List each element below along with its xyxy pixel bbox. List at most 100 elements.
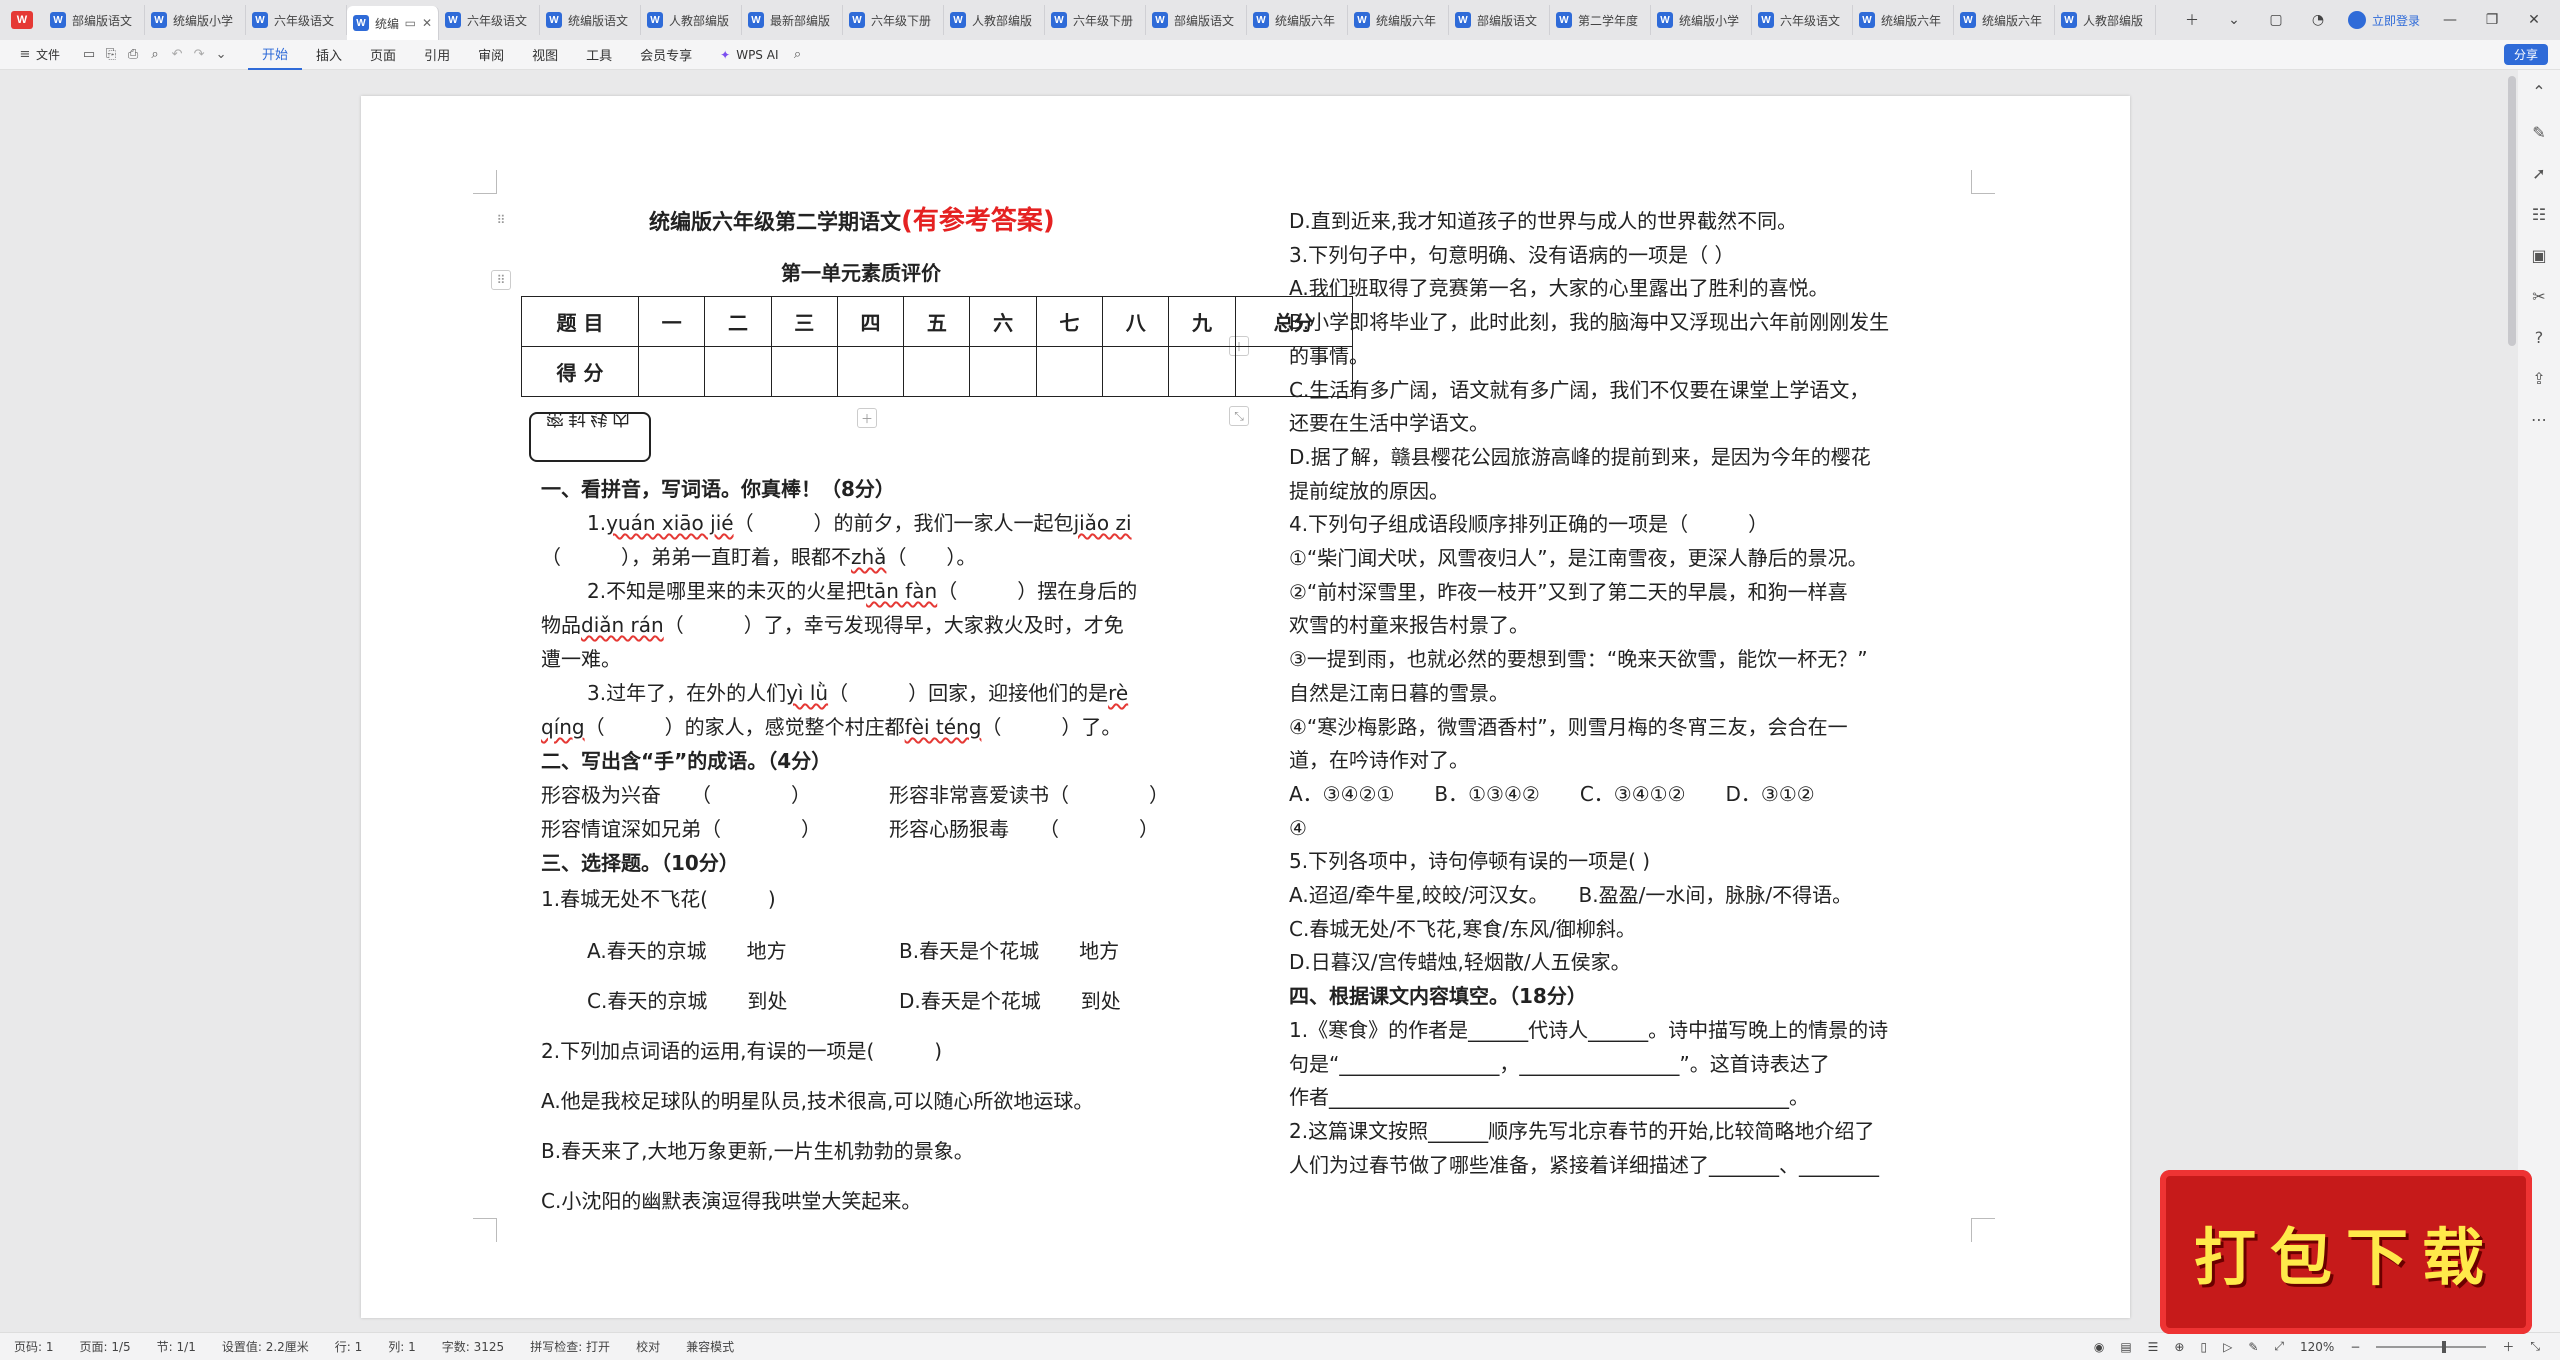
write-mode-icon[interactable]: ✎ — [2248, 1340, 2258, 1354]
close-tab-icon[interactable]: ✕ — [422, 16, 432, 30]
score-cell[interactable] — [1102, 346, 1170, 397]
status-col[interactable]: 列: 1 — [388, 1338, 416, 1355]
outline-view-icon[interactable]: ☰ — [2148, 1340, 2159, 1354]
collapse-icon[interactable]: ⌃ — [2527, 82, 2551, 101]
share-panel-icon[interactable]: ⇪ — [2527, 369, 2551, 388]
status-spellcheck[interactable]: 拼写检查: 打开 — [530, 1338, 610, 1355]
doc-tab[interactable]: W 人教部编版 — [641, 5, 742, 35]
close-window-icon[interactable]: ✕ — [2522, 12, 2546, 28]
save-icon[interactable]: ▭ — [78, 47, 100, 62]
login-button[interactable]: 立即登录 — [2347, 11, 2420, 29]
doc-tab[interactable]: W 六年级语文 — [246, 5, 347, 35]
zoom-level[interactable]: 120% — [2300, 1340, 2334, 1354]
status-setting[interactable]: 设置值: 2.2厘米 — [222, 1338, 309, 1355]
add-row-icon[interactable]: ＋ — [857, 408, 877, 428]
minimize-icon[interactable]: — — [2438, 12, 2462, 28]
score-cell[interactable] — [637, 346, 706, 397]
zoom-out-icon[interactable]: − — [2350, 1340, 2360, 1354]
status-proof[interactable]: 校对 — [636, 1338, 660, 1355]
edit-pen-icon[interactable]: ✎ — [2527, 123, 2551, 142]
status-word-count[interactable]: 字数: 3125 — [442, 1338, 504, 1355]
doc-tab[interactable]: W 统编版六年 — [1348, 5, 1449, 35]
web-view-icon[interactable]: ⊕ — [2174, 1340, 2184, 1354]
zoom-in-icon[interactable]: ＋ — [2502, 1338, 2514, 1355]
status-page[interactable]: 页码: 1 — [14, 1338, 54, 1355]
doc-tab[interactable]: W 部编版语文 — [1146, 5, 1247, 35]
window-layout-icon[interactable]: ▢ — [2264, 12, 2288, 28]
score-cell[interactable] — [903, 346, 971, 397]
menu-tab[interactable]: 页面 — [356, 40, 410, 70]
doc-tab[interactable]: W 人教部编版 — [944, 5, 1045, 35]
search-icon[interactable]: ⌕ — [786, 47, 808, 62]
doc-tab[interactable]: W 部编版语文 — [44, 5, 145, 35]
score-cell[interactable] — [1035, 346, 1104, 397]
menu-tab[interactable]: 引用 — [410, 40, 464, 70]
export-pdf-icon[interactable]: ⎘ — [100, 47, 122, 62]
eye-icon[interactable]: ◉ — [2094, 1340, 2104, 1354]
table-resize-icon[interactable]: ⤡ — [1229, 406, 1249, 426]
status-pages[interactable]: 页面: 1/5 — [80, 1338, 131, 1355]
doc-tab[interactable]: W 部编版语文 — [1449, 5, 1550, 35]
print-icon[interactable]: ⎙ — [122, 47, 144, 62]
menu-tab[interactable]: 视图 — [518, 40, 572, 70]
wps-ai-button[interactable]: ✦ WPS AI — [720, 48, 778, 62]
score-cell[interactable] — [770, 346, 838, 397]
doc-tab[interactable]: W 统编版六年 — [1853, 5, 1954, 35]
read-mode-icon[interactable]: ▯ — [2200, 1340, 2207, 1354]
vertical-scrollbar[interactable] — [2508, 76, 2516, 346]
download-promo-badge[interactable]: 打包下载 — [2160, 1170, 2532, 1334]
undo-icon[interactable]: ↶ — [166, 47, 188, 62]
tab-list-icon[interactable]: ⌄ — [2222, 12, 2246, 28]
fullscreen-icon[interactable]: ⤡ — [2530, 1339, 2540, 1354]
doc-tab[interactable]: W 统编版小学 — [1651, 5, 1752, 35]
help-icon[interactable]: ? — [2527, 328, 2551, 347]
zoom-slider[interactable] — [2376, 1340, 2487, 1353]
doc-tab[interactable]: W 统编版语文 — [540, 5, 641, 35]
document-page[interactable]: ⠿ ⠿ ＋ ＋ ⤡ 统编版六年级第二学期语文(有参考答案) 第一单元素质评价 题… — [361, 96, 2130, 1318]
doc-tab[interactable]: W 第二学年度 — [1550, 5, 1651, 35]
menu-tab[interactable]: 工具 — [572, 40, 626, 70]
doc-tab[interactable]: W 六年级语文 — [439, 5, 540, 35]
doc-tab[interactable]: W 六年级语文 — [1752, 5, 1853, 35]
doc-tab[interactable]: W 最新部编版 — [742, 5, 843, 35]
skin-icon[interactable]: ◔ — [2306, 12, 2330, 28]
new-tab-icon[interactable]: ＋ — [2180, 10, 2204, 30]
tab-label: 统编版六年 — [1275, 13, 1336, 28]
doc-tab[interactable]: W 统编版六年 — [1954, 5, 2055, 35]
menu-tab[interactable]: 会员专享 — [626, 40, 706, 70]
redo-icon[interactable]: ↷ — [188, 47, 210, 62]
menu-tab[interactable]: 插入 — [302, 40, 356, 70]
score-cell[interactable] — [969, 346, 1037, 397]
doc-tab[interactable]: W 六年级下册 — [843, 5, 944, 35]
print-preview-icon[interactable]: ⌕ — [144, 47, 166, 62]
restore-icon[interactable]: ❐ — [2480, 12, 2504, 28]
fit-page-icon[interactable]: ⤢ — [2274, 1339, 2284, 1354]
image-icon[interactable]: ▣ — [2527, 246, 2551, 265]
doc-tab[interactable]: W 六年级下册 — [1045, 5, 1146, 35]
menu-tab[interactable]: 开始 — [248, 40, 303, 70]
zoom-slider-knob[interactable] — [2442, 1340, 2447, 1353]
doc-tab[interactable]: W 人教部编版 — [2055, 5, 2156, 35]
table-handle-icon[interactable]: ⠿ — [491, 270, 511, 290]
doc-tab[interactable]: W 统编版小学 — [145, 5, 246, 35]
style-icon[interactable]: ☷ — [2527, 205, 2551, 224]
file-menu[interactable]: 文件 — [36, 46, 60, 63]
play-icon[interactable]: ▷ — [2223, 1340, 2232, 1354]
move-handle-icon[interactable]: ⠿ — [491, 210, 511, 230]
doc-tab[interactable]: W 统编版六年 — [1247, 5, 1348, 35]
share-button[interactable]: 分享 — [2503, 44, 2548, 65]
menu-icon[interactable]: ≡ — [14, 47, 36, 62]
tools-icon[interactable]: ✂ — [2527, 287, 2551, 306]
page-view-icon[interactable]: ▤ — [2120, 1340, 2131, 1354]
select-cursor-icon[interactable]: ➚ — [2527, 164, 2551, 183]
doc-tab[interactable]: W 统编 ▭ ✕ — [347, 6, 439, 40]
more-icon[interactable]: ⌄ — [210, 47, 232, 62]
score-cell[interactable] — [1168, 346, 1236, 397]
wps-logo-icon[interactable]: W — [0, 0, 44, 40]
more-apps-icon[interactable]: ⋯ — [2527, 410, 2551, 429]
score-cell[interactable] — [704, 346, 772, 397]
status-section[interactable]: 节: 1/1 — [157, 1338, 196, 1355]
menu-tab[interactable]: 审阅 — [464, 40, 518, 70]
status-row[interactable]: 行: 1 — [335, 1338, 363, 1355]
score-cell[interactable] — [836, 346, 905, 397]
